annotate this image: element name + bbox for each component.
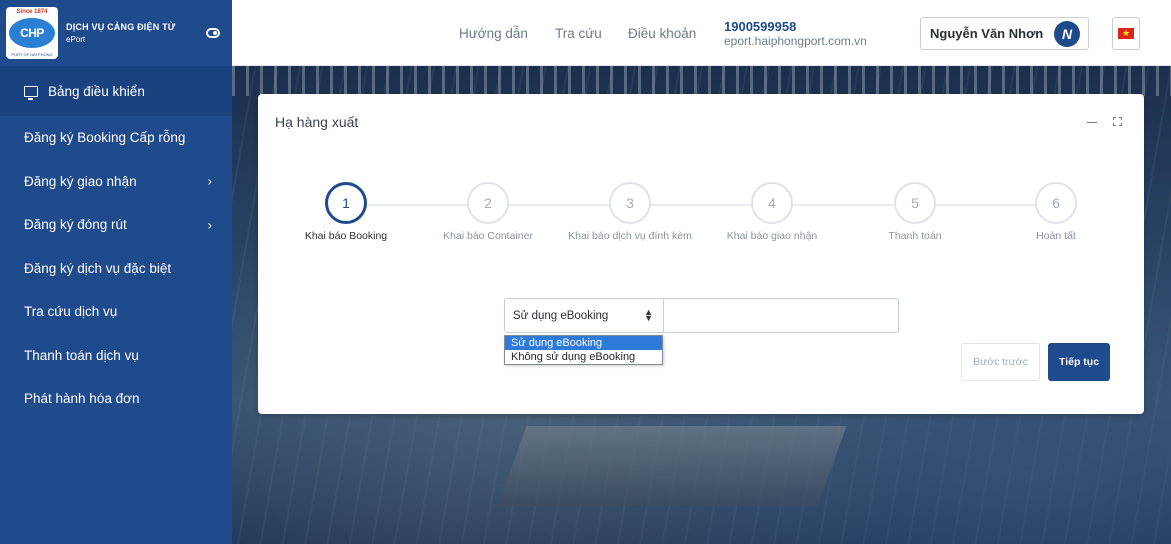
step-number: 1 bbox=[325, 182, 367, 224]
step-complete[interactable]: 6 Hoàn tất bbox=[976, 182, 1136, 242]
card-actions bbox=[1087, 114, 1122, 126]
step-label: Hoàn tất bbox=[1036, 230, 1076, 242]
select-arrows-icon: ▲ ▼ bbox=[644, 307, 653, 323]
sidebar-toggle-icon[interactable] bbox=[206, 28, 220, 38]
sidebar-item-label: Phát hành hóa đơn bbox=[24, 391, 140, 407]
step-booking[interactable]: 1 Khai báo Booking bbox=[266, 182, 426, 242]
chevron-right-icon: › bbox=[207, 217, 212, 233]
sidebar-item-delivery[interactable]: Đăng ký giao nhận › bbox=[0, 160, 232, 204]
step-label: Khai báo dịch vụ đính kèm bbox=[568, 230, 692, 242]
sidebar-item-label: Bảng điều khiển bbox=[48, 83, 145, 99]
export-dropoff-card: Hạ hàng xuất 1 Khai báo Booking 2 Khai b… bbox=[258, 94, 1144, 414]
sidebar-item-invoice[interactable]: Phát hành hóa đơn bbox=[0, 377, 232, 421]
nav-guide-link[interactable]: Hướng dẫn bbox=[459, 26, 528, 41]
nav-terms-link[interactable]: Điều khoản bbox=[628, 26, 696, 41]
step-attached-services[interactable]: 3 Khai báo dịch vụ đính kèm bbox=[550, 182, 710, 242]
step-label: Khai báo giao nhận bbox=[726, 230, 818, 242]
card-title: Hạ hàng xuất bbox=[275, 114, 359, 130]
step-delivery[interactable]: 4 Khai báo giao nhận bbox=[692, 182, 852, 242]
select-value: Sử dụng eBooking bbox=[513, 309, 609, 322]
sidebar-item-booking-empty[interactable]: Đăng ký Booking Cấp rỗng bbox=[0, 116, 232, 160]
language-selector[interactable]: ★ bbox=[1112, 17, 1140, 50]
top-header: Hướng dẫn Tra cứu Điều khoản 1900599958 … bbox=[232, 0, 1171, 66]
brand: Since 1874 CHP PORT OF HAI PHONG DỊCH VỤ… bbox=[0, 0, 232, 66]
step-label: Khai báo Booking bbox=[304, 230, 388, 242]
nav-lookup-link[interactable]: Tra cứu bbox=[555, 26, 602, 41]
option-no-ebooking[interactable]: Không sử dụng eBooking bbox=[505, 350, 662, 364]
booking-number-input[interactable] bbox=[663, 298, 899, 333]
sidebar-item-label: Đăng ký giao nhận bbox=[24, 173, 137, 189]
sidebar-item-label: Đăng ký Booking Cấp rỗng bbox=[24, 130, 186, 146]
logo-since: Since 1874 bbox=[16, 9, 48, 15]
vietnam-flag-icon: ★ bbox=[1118, 28, 1134, 39]
option-use-ebooking[interactable]: Sử dụng eBooking bbox=[505, 336, 662, 350]
step-number: 4 bbox=[751, 182, 793, 224]
fullscreen-icon[interactable] bbox=[1113, 117, 1122, 126]
hotline-block: 1900599958 eport.haiphongport.com.vn bbox=[724, 19, 867, 48]
step-label: Khai báo Container bbox=[443, 230, 533, 242]
hotline-number[interactable]: 1900599958 bbox=[724, 19, 867, 34]
step-payment[interactable]: 5 Thanh toán bbox=[835, 182, 995, 242]
sidebar-item-service-lookup[interactable]: Tra cứu dịch vụ bbox=[0, 290, 232, 334]
sidebar-menu: Bảng điều khiển Đăng ký Booking Cấp rỗng… bbox=[0, 66, 232, 421]
sidebar-item-label: Thanh toán dịch vụ bbox=[24, 347, 139, 363]
chevron-right-icon: › bbox=[207, 173, 212, 189]
sidebar-item-stuffing[interactable]: Đăng ký đóng rút › bbox=[0, 203, 232, 247]
avatar: N bbox=[1054, 21, 1080, 47]
sidebar-item-payment[interactable]: Thanh toán dịch vụ bbox=[0, 334, 232, 378]
step-label: Thanh toán bbox=[888, 230, 942, 242]
sidebar-item-label: Đăng ký đóng rút bbox=[24, 217, 127, 233]
step-number: 5 bbox=[894, 182, 936, 224]
sidebar-item-dashboard[interactable]: Bảng điều khiển bbox=[0, 66, 232, 116]
sidebar-item-label: Đăng ký dịch vụ đặc biệt bbox=[24, 260, 172, 276]
sidebar-item-special-service[interactable]: Đăng ký dịch vụ đặc biệt bbox=[0, 247, 232, 291]
website-link[interactable]: eport.haiphongport.com.vn bbox=[724, 34, 867, 48]
step-container[interactable]: 2 Khai báo Container bbox=[408, 182, 568, 242]
user-name: Nguyễn Văn Nhơn bbox=[930, 26, 1044, 41]
brand-subtitle: ePort bbox=[66, 35, 86, 44]
next-step-button[interactable]: Tiếp tục bbox=[1048, 343, 1110, 381]
booking-type-dropdown: Sử dụng eBooking Không sử dụng eBooking bbox=[504, 335, 663, 365]
previous-step-button[interactable]: Bước trước bbox=[961, 343, 1040, 381]
step-number: 6 bbox=[1035, 182, 1077, 224]
step-number: 2 bbox=[467, 182, 509, 224]
minimize-icon[interactable] bbox=[1087, 122, 1097, 123]
sidebar-item-label: Tra cứu dịch vụ bbox=[24, 304, 118, 320]
sidebar: Since 1874 CHP PORT OF HAI PHONG DỊCH VỤ… bbox=[0, 0, 232, 544]
booking-type-select[interactable]: Sử dụng eBooking ▲ ▼ bbox=[504, 298, 663, 333]
port-logo[interactable]: Since 1874 CHP PORT OF HAI PHONG bbox=[6, 7, 58, 59]
monitor-icon bbox=[24, 85, 38, 100]
user-menu[interactable]: Nguyễn Văn Nhơn N bbox=[920, 17, 1089, 50]
logo-text: CHP bbox=[20, 26, 44, 40]
logo-caption: PORT OF HAI PHONG bbox=[11, 52, 53, 57]
brand-title: DỊCH VỤ CẢNG ĐIỆN TỬ bbox=[66, 22, 176, 32]
step-number: 3 bbox=[609, 182, 651, 224]
